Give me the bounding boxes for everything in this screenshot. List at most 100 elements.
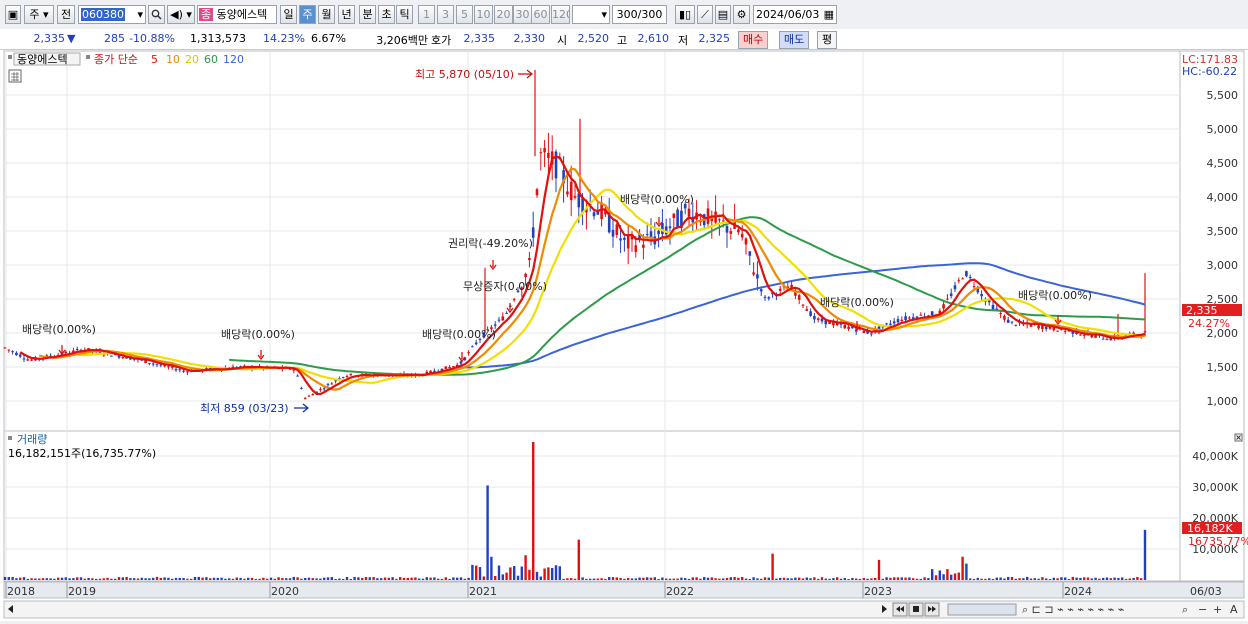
candle — [889, 323, 892, 325]
volume-bar — [212, 577, 216, 580]
volume-bar — [323, 577, 326, 580]
volume-bar — [1117, 577, 1120, 580]
volume-bar — [15, 578, 18, 580]
interval-button[interactable]: 5 — [456, 5, 473, 24]
candle — [706, 208, 710, 224]
gear-icon[interactable]: ⚙ — [733, 5, 750, 24]
candle-type-icon[interactable]: ▮▯ — [675, 5, 695, 24]
search-icon[interactable] — [148, 5, 165, 24]
period-tab[interactable]: 월 — [318, 5, 335, 24]
volume-bar — [1105, 577, 1109, 580]
volume-bar — [1102, 577, 1105, 580]
plus-icon[interactable]: + — [1213, 603, 1222, 616]
candle — [661, 222, 664, 235]
zoom-in-icon[interactable]: ⌕ — [1182, 603, 1188, 616]
volume-bar — [600, 578, 603, 580]
volume-bar — [53, 578, 56, 580]
volume-bar — [243, 578, 246, 580]
y-tick-label: 3,000 — [1207, 259, 1239, 272]
volume-bar — [649, 577, 653, 580]
buy-button[interactable]: 매수 — [738, 31, 769, 49]
candle — [718, 219, 721, 221]
volume-bar — [513, 566, 516, 580]
stock-name-field[interactable]: 종 동양에스텍 — [197, 5, 277, 24]
legend-ma120: 120 — [223, 53, 244, 66]
candle — [182, 370, 185, 372]
candle — [151, 363, 155, 365]
market-select[interactable]: 주 ▾ — [24, 5, 54, 24]
volume-bar — [729, 577, 732, 580]
volume-bar — [699, 578, 702, 580]
interval-button[interactable]: 1 — [418, 5, 435, 24]
interval-button[interactable]: 10 — [474, 5, 493, 24]
save-icon[interactable]: ▤ — [715, 5, 731, 24]
candle — [794, 292, 797, 296]
zoom-slider[interactable] — [947, 603, 1017, 616]
candle — [307, 395, 311, 397]
interval-button[interactable]: 60 — [531, 5, 550, 24]
stock-chart[interactable]: 5,5005,0004,5004,0003,5003,0002,5002,000… — [0, 50, 1248, 621]
candle — [740, 233, 744, 238]
legend-stock-name: 동양에스텍 — [17, 53, 68, 66]
drawing-tool-icons[interactable]: ⌕ ⊏ ⊐ ⌁ ⌁ ⌁ ⌁ ⌁ ⌁ ⌁ — [1022, 603, 1124, 616]
candle — [668, 226, 672, 229]
period-tab[interactable]: 틱 — [396, 5, 413, 24]
avg-button[interactable]: 평 — [817, 31, 838, 49]
volume-bar — [269, 577, 273, 580]
interval-button[interactable]: 3 — [437, 5, 454, 24]
volume-bar — [486, 485, 489, 580]
candle — [178, 369, 182, 371]
period-tab[interactable]: 일 — [280, 5, 297, 24]
candle — [505, 312, 508, 314]
interval-select[interactable]: ▾ — [572, 5, 610, 24]
volume-bar — [266, 578, 269, 580]
calendar-icon[interactable]: ▦ — [824, 6, 836, 23]
count-input[interactable]: 300/300 — [612, 5, 667, 24]
volume-bar — [562, 578, 565, 580]
volume-bar — [1048, 579, 1052, 580]
text-tool-icon[interactable]: A — [1230, 603, 1238, 616]
volume-bar — [980, 578, 983, 580]
volume-tick-label: 30,000K — [1192, 481, 1238, 494]
prev-button[interactable]: 전 — [57, 5, 75, 24]
volume-bar — [619, 577, 622, 580]
x-tick-label: 2018 — [7, 585, 35, 598]
price-panel — [3, 50, 1181, 432]
volume-bar — [535, 571, 539, 580]
volume-bar — [471, 564, 474, 580]
zoom-out-icon[interactable]: − — [1198, 603, 1207, 616]
period-tab[interactable]: 주 — [299, 5, 316, 24]
ask-price: 2,335 — [463, 32, 496, 45]
candle — [524, 273, 527, 277]
volume-bar — [820, 577, 824, 580]
chevron-down-icon: ▾ — [601, 8, 607, 21]
speaker-icon[interactable]: ◀) ▾ — [167, 5, 195, 24]
volume-bar — [102, 578, 105, 580]
period-tab[interactable]: 년 — [338, 5, 355, 24]
interval-button[interactable]: 20 — [494, 5, 513, 24]
period-tab[interactable]: 초 — [378, 5, 395, 24]
chart-tools-icon[interactable]: ⟋ — [697, 5, 713, 24]
period-tab[interactable]: 분 — [359, 5, 376, 24]
volume-bar — [429, 577, 432, 580]
hc-value: HC:-60.22 — [1182, 65, 1237, 78]
volume-bar — [155, 576, 159, 580]
volume-bar — [418, 578, 421, 580]
date-input[interactable]: 2024/06/03 ▦ — [753, 5, 837, 24]
volume-bar — [528, 569, 531, 580]
candle — [809, 311, 812, 316]
stock-code-input[interactable]: 060380 ▾ — [78, 5, 146, 24]
window-menu-icon[interactable]: ▣ — [5, 5, 21, 24]
sell-button[interactable]: 매도 — [779, 31, 810, 49]
volume-bar — [577, 539, 580, 580]
volume-bar — [448, 578, 451, 580]
volume-bar — [201, 577, 204, 580]
volume-bar — [870, 578, 873, 580]
volume-bar — [995, 577, 998, 580]
volume-bar — [106, 577, 109, 580]
volume-bar — [205, 577, 208, 580]
interval-button[interactable]: 120 — [551, 5, 570, 24]
volume-bar — [748, 578, 751, 580]
candle — [778, 288, 782, 291]
interval-button[interactable]: 30 — [513, 5, 532, 24]
